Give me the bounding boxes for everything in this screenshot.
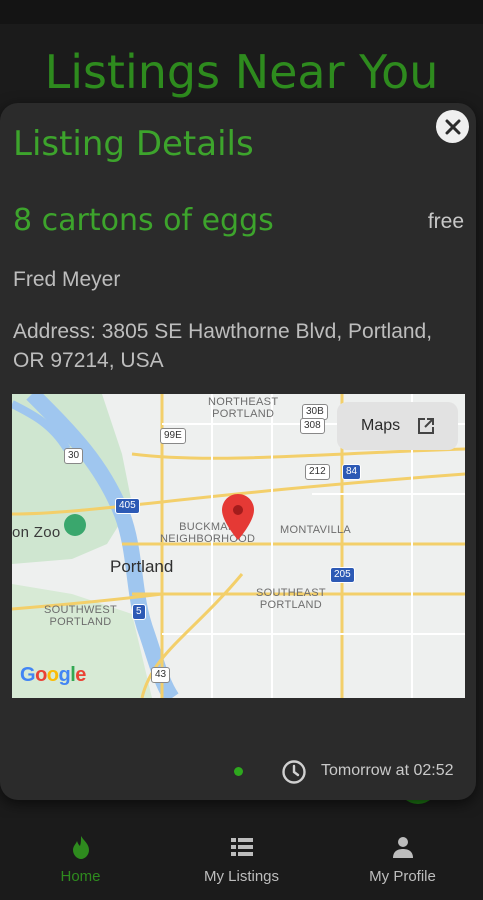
- route-shield: 84: [342, 464, 362, 480]
- google-logo: Google: [20, 664, 86, 686]
- map-label-montavilla: MONTAVILLA: [280, 524, 352, 536]
- pickup-time: Tomorrow at 02:52: [321, 762, 454, 779]
- page-title: Listings Near You: [44, 45, 439, 99]
- route-shield: 205: [330, 567, 355, 583]
- map-label-southwest: SOUTHWEST PORTLAND: [44, 604, 117, 628]
- person-icon: [392, 837, 413, 858]
- nav-home[interactable]: Home: [0, 818, 161, 900]
- maps-button-label: Maps: [361, 417, 401, 434]
- map-label-zoo: on Zoo: [12, 524, 61, 541]
- clock-icon: [282, 760, 306, 784]
- route-shield: 405: [115, 498, 140, 514]
- close-icon: [445, 119, 460, 134]
- nav-my-profile-label: My Profile: [369, 868, 436, 885]
- status-bar: [0, 0, 483, 24]
- route-shield: 212: [305, 464, 330, 480]
- close-button[interactable]: [436, 110, 469, 143]
- store-name: Fred Meyer: [13, 268, 121, 291]
- route-shield: 99E: [160, 428, 186, 444]
- map-label-city: Portland: [110, 557, 174, 576]
- address-text: Address: 3805 SE Hawthorne Blvd, Portlan…: [13, 320, 433, 372]
- nav-my-profile[interactable]: My Profile: [322, 818, 483, 900]
- list-icon: [230, 838, 253, 856]
- listing-title: 8 cartons of eggs: [13, 203, 274, 238]
- price-label: free: [427, 210, 464, 233]
- map-label-northeast: NORTHEAST PORTLAND: [208, 396, 279, 420]
- zoo-icon: [64, 514, 86, 536]
- map-view[interactable]: NORTHEAST PORTLAND BUCKMAN NEIGHBORHOOD MO…: [12, 394, 465, 698]
- bottom-nav: Home My Listings My Profile: [0, 818, 483, 900]
- nav-home-label: Home: [60, 868, 101, 885]
- route-shield: 308: [300, 418, 325, 434]
- flame-icon: [72, 836, 89, 859]
- route-shield: 5: [132, 604, 146, 620]
- modal-title: Listing Details: [13, 124, 254, 164]
- map-label-southeast: SOUTHEAST PORTLAND: [256, 587, 326, 611]
- nav-my-listings-label: My Listings: [203, 868, 280, 885]
- map-pin-icon[interactable]: [222, 494, 254, 540]
- external-link-icon: [418, 418, 435, 434]
- open-in-maps-button[interactable]: Maps: [337, 402, 458, 450]
- route-shield: 30: [64, 448, 84, 464]
- pager-dot: [234, 767, 243, 776]
- route-shield: 43: [151, 667, 171, 683]
- nav-my-listings[interactable]: My Listings: [161, 818, 322, 900]
